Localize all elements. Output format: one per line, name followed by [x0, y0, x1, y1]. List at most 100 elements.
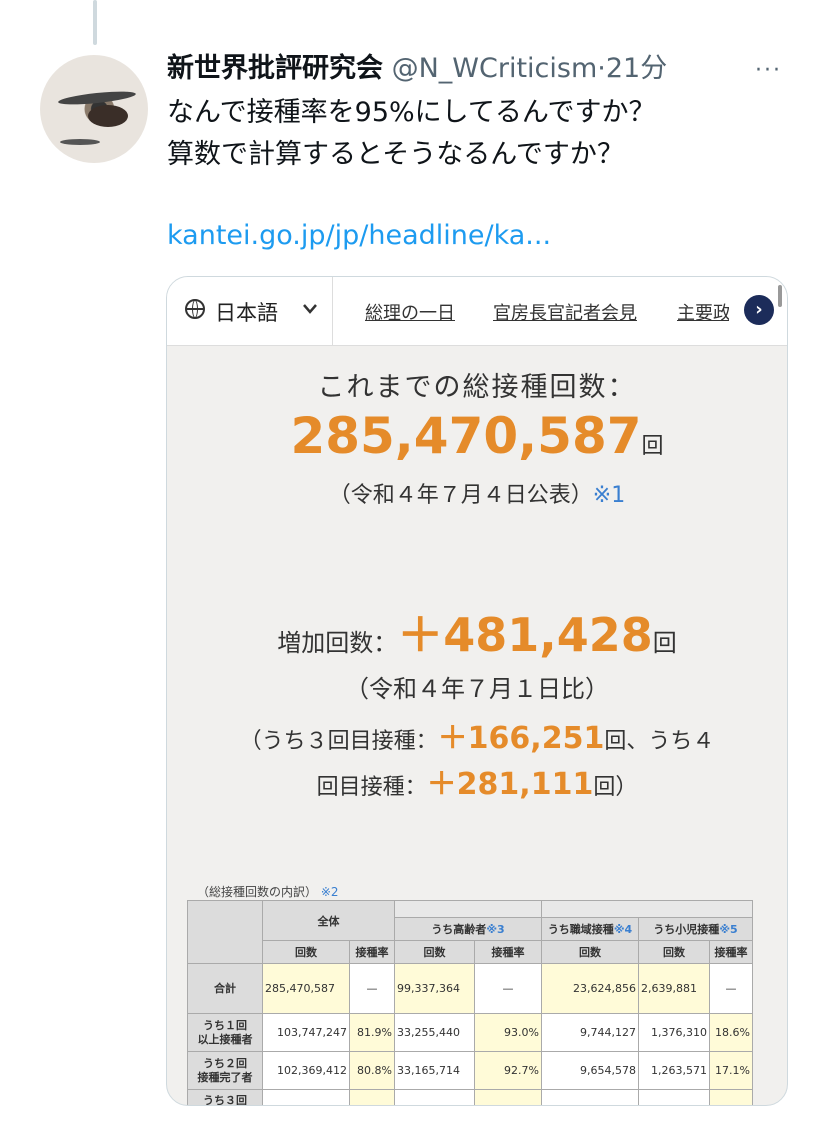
cell: 33,255,440 [394, 1013, 475, 1052]
header-child: うち小児接種※5 [638, 917, 753, 941]
unit: 回 [641, 434, 664, 459]
scrollbar[interactable] [778, 285, 782, 307]
header-all: 全体 [262, 900, 395, 941]
language-label: 日本語 [215, 301, 278, 325]
avatar-eye [88, 105, 128, 127]
increase-date: （令和４年７月１日比） [345, 675, 609, 703]
header-child-label: うち小児接種 [653, 923, 720, 936]
col-count: 回数 [638, 940, 710, 964]
cell [638, 1089, 710, 1105]
more-options-icon[interactable]: ··· [755, 58, 782, 83]
cell [709, 1089, 753, 1105]
nav-item-daily[interactable]: 総理の一日 [365, 299, 455, 325]
breakdown-title: （総接種回数の内訳） ※2 [197, 883, 339, 900]
cell [349, 1089, 395, 1105]
cell: 103,747,247 [262, 1013, 350, 1052]
tweet-link[interactable]: kantei.go.jp/jp/headline/ka... [167, 220, 551, 251]
chevron-down-icon [301, 294, 319, 329]
total-value: 285,470,587 [290, 407, 642, 465]
total-count: 285,470,587回 [167, 407, 787, 465]
tweet-header: 新世界批評研究会 @N_WCriticism·21分 [167, 52, 667, 86]
third-dose-prefix: （うち３回目接種： [239, 729, 438, 754]
table-row: うち２回 接種完了者 102,369,412 80.8% 33,165,714 9… [187, 1051, 753, 1090]
breakdown-title-text: （総接種回数の内訳） [197, 885, 318, 899]
cell: 1,376,310 [638, 1013, 710, 1052]
cell: 285,470,587 [262, 963, 350, 1014]
col-count: 回数 [262, 940, 350, 964]
cell: 9,654,578 [541, 1051, 639, 1090]
header-blank [394, 900, 542, 918]
row-label: うち２回 接種完了者 [187, 1051, 263, 1090]
cell [394, 1089, 475, 1105]
row-label: うち３回 [187, 1089, 263, 1105]
col-rate: 接種率 [474, 940, 542, 964]
table-row: 合計 285,470,587 — 99,337,364 — 23,624,856… [187, 963, 753, 1014]
table-row: うち３回 [187, 1089, 753, 1105]
display-name[interactable]: 新世界批評研究会 [167, 53, 383, 84]
cell [262, 1089, 350, 1105]
cell: — [349, 963, 395, 1014]
table-row: うち１回 以上接種者 103,747,247 81.9% 33,255,440 9… [187, 1013, 753, 1052]
third-dose-line: （うち３回目接種：＋166,251回、うち４ [167, 713, 787, 757]
total-label: これまでの総接種回数： [317, 372, 637, 403]
fourth-dose-line: 回目接種：＋281,111回） [167, 759, 787, 803]
cell: 80.8% [349, 1051, 395, 1090]
header-work-label: うち職域接種 [547, 923, 614, 936]
header-elderly: うち高齢者※3 [394, 917, 542, 941]
increase-count: 増加回数：＋481,428回 [167, 599, 787, 665]
cell: 9,744,127 [541, 1013, 639, 1052]
avatar[interactable] [40, 55, 148, 163]
cell: 1,263,571 [638, 1051, 710, 1090]
nav-next-button[interactable]: › [744, 295, 774, 325]
col-count: 回数 [541, 940, 639, 964]
note-link-3[interactable]: ※3 [486, 923, 504, 936]
total-date-text: （令和４年７月４日公表） [328, 483, 593, 508]
third-dose-value: ＋166,251 [437, 721, 605, 756]
note-link-1[interactable]: ※1 [593, 483, 625, 508]
breakdown-table: 全体 うち高齢者※3 うち職域接種※4 うち小児接種※5 回数 接種率 回数 接… [187, 900, 753, 1105]
row-label-text: うち１回 [203, 1018, 247, 1032]
note-link-4[interactable]: ※4 [614, 923, 632, 936]
handle[interactable]: @N_WCriticism [392, 53, 598, 84]
cell: 99,337,364 [394, 963, 475, 1014]
total-date: （令和４年７月４日公表）※1 [167, 477, 787, 509]
nav-item-major[interactable]: 主要政 [677, 299, 729, 325]
link-preview-card[interactable]: 日本語 総理の一日 官房長官記者会見 主要政 › これまでの総接種回数： 285… [166, 276, 788, 1106]
row-label-text: 以上接種者 [197, 1032, 253, 1046]
cell [474, 1089, 542, 1105]
note-link-5[interactable]: ※5 [719, 923, 737, 936]
unit: 回 [652, 629, 677, 657]
fourth-dose-prefix: 回目接種： [316, 775, 427, 800]
cell: 2,639,881 [638, 963, 710, 1014]
fourth-dose-suffix: 回） [593, 775, 638, 800]
row-label: 合計 [187, 963, 263, 1014]
cell [541, 1089, 639, 1105]
increase-label: 増加回数： [277, 629, 398, 657]
row-label-text: 接種完了者 [197, 1070, 253, 1084]
row-label: うち１回 以上接種者 [187, 1013, 263, 1052]
language-selector[interactable]: 日本語 [167, 277, 333, 345]
cell: 102,369,412 [262, 1051, 350, 1090]
increase-value: ＋481,428 [397, 608, 653, 662]
row-label-text: うち２回 [203, 1056, 247, 1070]
avatar-brow [57, 88, 137, 108]
nav-item-press[interactable]: 官房長官記者会見 [493, 299, 637, 325]
fourth-dose-value: ＋281,111 [426, 767, 594, 802]
avatar-lid [60, 139, 100, 145]
row-label-text: 合計 [214, 981, 236, 995]
cell: 93.0% [474, 1013, 542, 1052]
cell: 33,165,714 [394, 1051, 475, 1090]
third-dose-suffix: 回、うち４ [604, 729, 715, 754]
col-rate: 接種率 [349, 940, 395, 964]
thread-line [93, 0, 97, 45]
cell: 92.7% [474, 1051, 542, 1090]
tweet-line: 算数で計算するとそうなるんですか？ [167, 139, 624, 170]
header-work: うち職域接種※4 [541, 917, 639, 941]
cell: — [474, 963, 542, 1014]
table-corner [187, 900, 263, 964]
header-elderly-label: うち高齢者 [431, 923, 487, 936]
globe-icon [185, 299, 205, 319]
note-link-2[interactable]: ※2 [321, 885, 339, 899]
header-blank [541, 900, 753, 918]
timestamp[interactable]: ·21分 [597, 53, 667, 84]
